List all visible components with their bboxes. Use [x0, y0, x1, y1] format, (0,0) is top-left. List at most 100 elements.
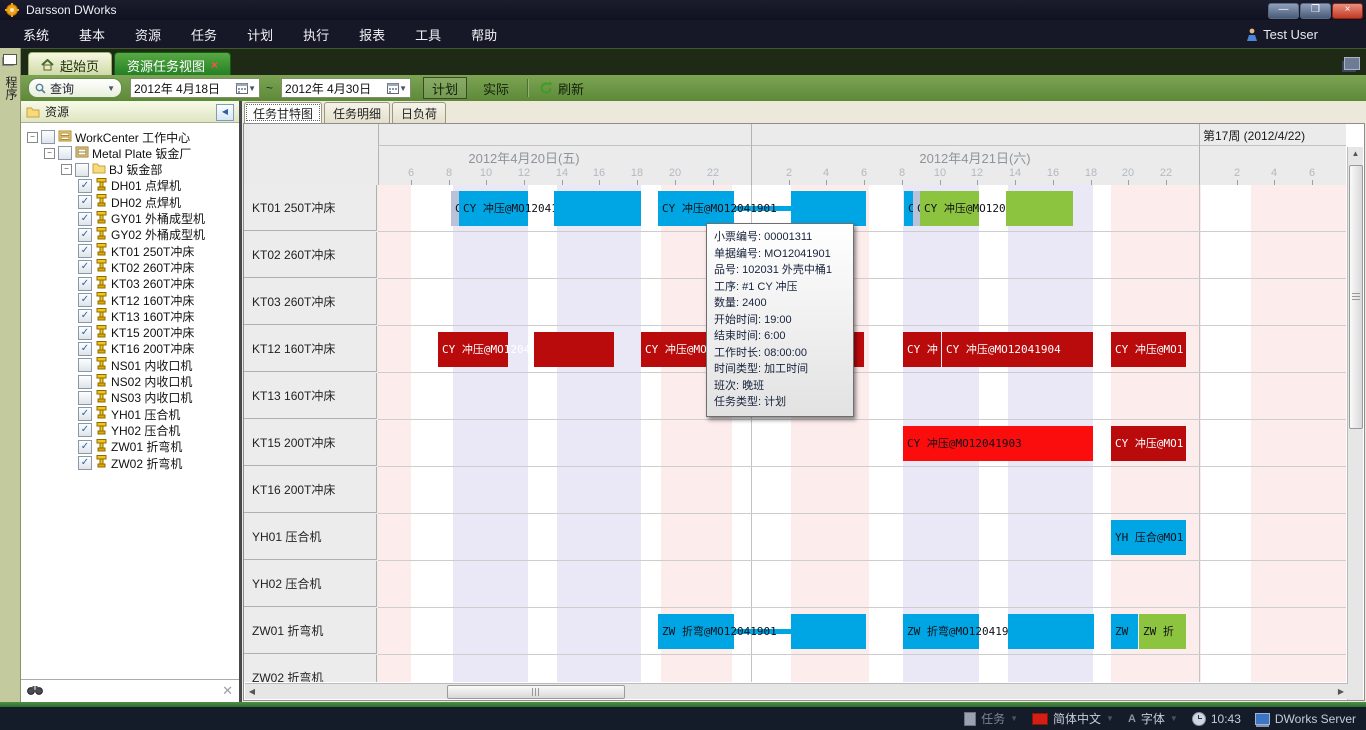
- tree-node-8[interactable]: ✓KT02 260T冲床: [78, 259, 194, 275]
- tree-checkbox[interactable]: ✓: [78, 293, 92, 307]
- task-bar[interactable]: [1008, 614, 1094, 649]
- tree-checkbox[interactable]: ✓: [78, 277, 92, 291]
- tree-node-17[interactable]: ✓YH01 压合机: [78, 406, 180, 422]
- tree-checkbox[interactable]: [41, 130, 55, 144]
- tree-node-9[interactable]: ✓KT03 260T冲床: [78, 276, 194, 292]
- windows-list-icon[interactable]: [1344, 57, 1360, 70]
- task-bar[interactable]: C: [913, 191, 920, 226]
- task-bar[interactable]: [791, 614, 866, 649]
- scroll-up-arrow[interactable]: ▲: [1349, 147, 1362, 161]
- clear-filter-icon[interactable]: ✕: [222, 683, 233, 699]
- tree-node-6[interactable]: ✓GY02 外桶成型机: [78, 227, 205, 243]
- tree-expander-icon[interactable]: −: [44, 148, 55, 159]
- tree-node-0[interactable]: −WorkCenter 工作中心: [27, 129, 190, 145]
- scroll-left-arrow[interactable]: ◀: [245, 685, 259, 698]
- tree-node-7[interactable]: ✓KT01 250T冲床: [78, 243, 194, 259]
- task-bar[interactable]: [791, 191, 866, 226]
- tree-node-3[interactable]: ✓DH01 点焊机: [78, 178, 181, 194]
- status-font-menu[interactable]: A 字体 ▼: [1128, 710, 1178, 727]
- task-bar[interactable]: CY 冲压@MO1: [1111, 426, 1186, 461]
- task-bar[interactable]: ZW 折: [1139, 614, 1186, 649]
- tree-checkbox[interactable]: ✓: [78, 440, 92, 454]
- tree-expander-icon[interactable]: −: [27, 132, 38, 143]
- tree-node-19[interactable]: ✓ZW01 折弯机: [78, 439, 182, 455]
- tree-node-2[interactable]: −BJ 钣金部: [61, 162, 162, 178]
- menu-item-8[interactable]: 帮助: [456, 25, 512, 44]
- tree-node-14[interactable]: NS01 内收口机: [78, 357, 192, 373]
- minimize-button[interactable]: —: [1268, 3, 1299, 19]
- task-dropdown-icon[interactable]: ▼: [1010, 714, 1018, 723]
- task-bar[interactable]: CY 冲压@MO12041904: [438, 332, 508, 367]
- tree-checkbox[interactable]: ✓: [78, 260, 92, 274]
- gantt-tab-2[interactable]: 日负荷: [392, 102, 446, 123]
- menu-item-6[interactable]: 报表: [344, 25, 400, 44]
- panel-collapse-button[interactable]: ◀: [216, 104, 234, 121]
- tree-checkbox[interactable]: ✓: [78, 407, 92, 421]
- gantt-tab-1[interactable]: 任务明细: [324, 102, 390, 123]
- task-bar[interactable]: ZW: [1111, 614, 1138, 649]
- tree-checkbox[interactable]: [58, 146, 72, 160]
- search-control[interactable]: 查询 ▼: [28, 78, 122, 98]
- menu-item-2[interactable]: 资源: [120, 25, 176, 44]
- tree-checkbox[interactable]: ✓: [78, 195, 92, 209]
- task-bar[interactable]: CY 冲压@MO1: [1111, 332, 1186, 367]
- tree-expander-icon[interactable]: −: [61, 164, 72, 175]
- task-bar[interactable]: ZW 折弯@MO12041901: [903, 614, 979, 649]
- actual-toggle-button[interactable]: 实际: [475, 78, 517, 98]
- tree-node-4[interactable]: ✓DH02 点焊机: [78, 194, 181, 210]
- tree-checkbox[interactable]: [78, 358, 92, 372]
- calendar-icon[interactable]: [236, 82, 248, 94]
- user-area[interactable]: Test User: [1246, 20, 1318, 48]
- tree-checkbox[interactable]: [75, 163, 89, 177]
- task-bar[interactable]: C: [451, 191, 459, 226]
- tree-checkbox[interactable]: ✓: [78, 179, 92, 193]
- calendar-icon[interactable]: [387, 82, 399, 94]
- status-language-menu[interactable]: 简体中文 ▼: [1032, 710, 1114, 727]
- find-icon[interactable]: [27, 684, 43, 696]
- language-dropdown-icon[interactable]: ▼: [1106, 714, 1114, 723]
- tree-checkbox[interactable]: ✓: [78, 423, 92, 437]
- task-bar[interactable]: ZW 折弯@MO12041901: [658, 614, 734, 649]
- task-bar[interactable]: [554, 191, 641, 226]
- menu-item-4[interactable]: 计划: [232, 25, 288, 44]
- task-bar[interactable]: CY 冲压@MO12041902: [920, 191, 979, 226]
- tree-node-5[interactable]: ✓GY01 外桶成型机: [78, 211, 205, 227]
- vertical-scroll-thumb[interactable]: [1349, 165, 1363, 429]
- tree-checkbox[interactable]: ✓: [78, 342, 92, 356]
- tree-checkbox[interactable]: [78, 375, 92, 389]
- tree-checkbox[interactable]: ✓: [78, 456, 92, 470]
- menu-item-1[interactable]: 基本: [64, 25, 120, 44]
- menu-item-0[interactable]: 系统: [8, 25, 64, 44]
- tree-node-15[interactable]: NS02 内收口机: [78, 374, 192, 390]
- tree-node-16[interactable]: NS03 内收口机: [78, 390, 192, 406]
- task-bar[interactable]: CY 冲压@MO12041903: [903, 426, 1093, 461]
- tree-checkbox[interactable]: ✓: [78, 326, 92, 340]
- collapsed-panel-strip[interactable]: 程序: [0, 48, 21, 702]
- date-from-picker[interactable]: 2012年 4月18日 ▼: [130, 78, 260, 98]
- status-task-menu[interactable]: 任务 ▼: [964, 710, 1018, 727]
- tree-checkbox[interactable]: ✓: [78, 244, 92, 258]
- close-button[interactable]: ×: [1332, 3, 1363, 19]
- tree-checkbox[interactable]: ✓: [78, 212, 92, 226]
- tree-checkbox[interactable]: [78, 391, 92, 405]
- font-dropdown-icon[interactable]: ▼: [1170, 714, 1178, 723]
- task-bar[interactable]: CY 冲压@MO12041901: [658, 191, 734, 226]
- plan-toggle-button[interactable]: 计划: [423, 77, 467, 99]
- menu-item-3[interactable]: 任务: [176, 25, 232, 44]
- horizontal-scroll-thumb[interactable]: [447, 685, 625, 699]
- tree-checkbox[interactable]: ✓: [78, 228, 92, 242]
- task-bar[interactable]: [1006, 191, 1073, 226]
- task-bar[interactable]: C: [904, 191, 913, 226]
- tab-close-icon[interactable]: ×: [211, 58, 218, 72]
- tree-node-13[interactable]: ✓KT16 200T冲床: [78, 341, 194, 357]
- tree-node-12[interactable]: ✓KT15 200T冲床: [78, 325, 194, 341]
- menu-item-7[interactable]: 工具: [400, 25, 456, 44]
- task-bar[interactable]: CY 冲压@MO12041901: [459, 191, 528, 226]
- tree-node-18[interactable]: ✓YH02 压合机: [78, 422, 180, 438]
- tree-node-1[interactable]: −Metal Plate 钣金厂: [44, 145, 191, 161]
- date-to-dropdown-icon[interactable]: ▼: [399, 84, 407, 93]
- task-bar[interactable]: [534, 332, 614, 367]
- task-bar[interactable]: YH 压合@MO1: [1111, 520, 1186, 555]
- search-dropdown-icon[interactable]: ▼: [107, 84, 115, 93]
- tree-node-10[interactable]: ✓KT12 160T冲床: [78, 292, 194, 308]
